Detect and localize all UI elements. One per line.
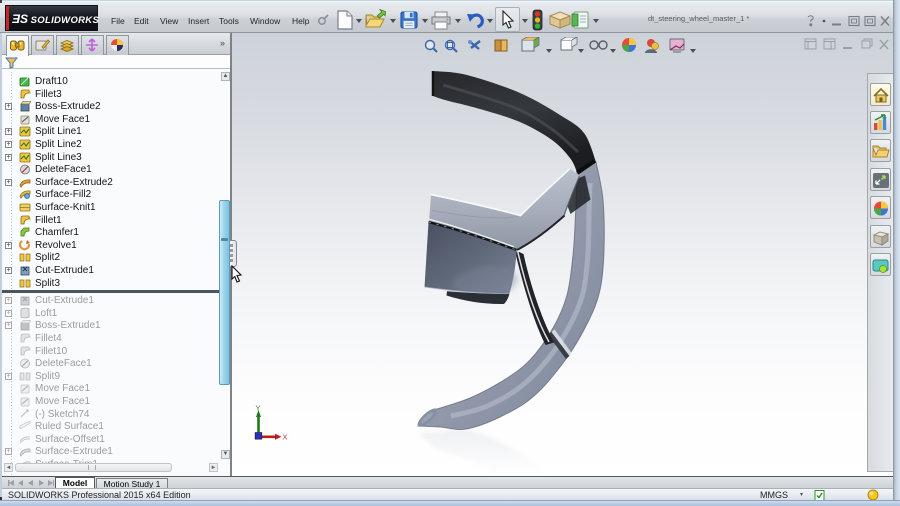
- svg-text:X: X: [283, 433, 288, 442]
- svg-text:Y: Y: [256, 404, 261, 413]
